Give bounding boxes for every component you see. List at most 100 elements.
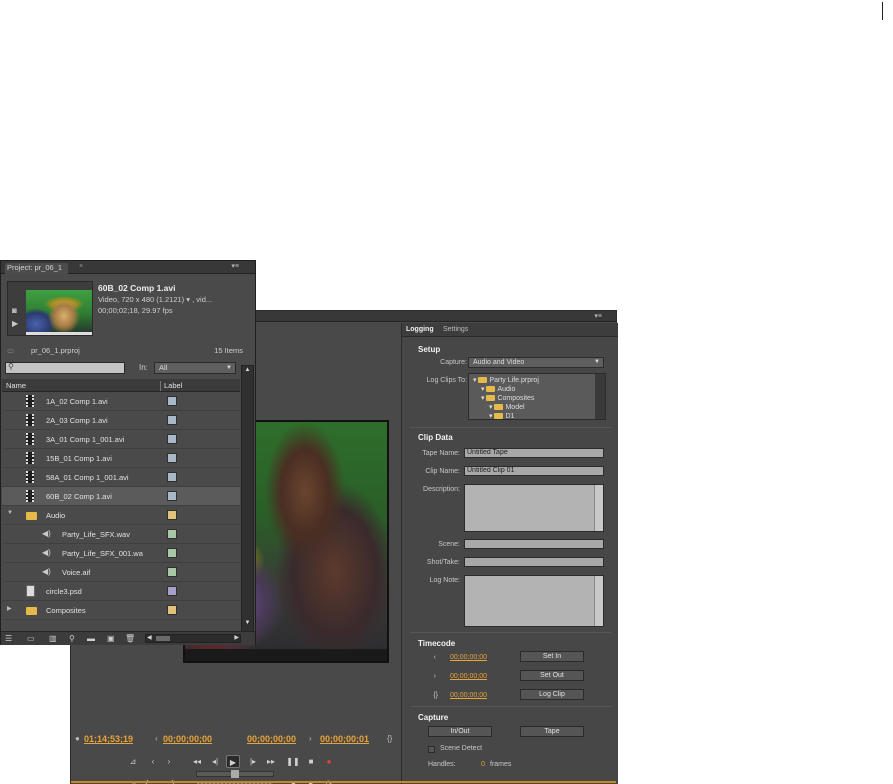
chevron-right-icon[interactable]: ▶ bbox=[7, 605, 12, 612]
icon-view-icon[interactable]: ▭ bbox=[27, 634, 35, 643]
timecode-out-value[interactable]: 00;00;00;00 bbox=[450, 673, 487, 680]
close-icon[interactable]: × bbox=[79, 263, 83, 270]
pause-icon[interactable]: ❚❚ bbox=[286, 755, 300, 768]
thumbnail-scrubber[interactable] bbox=[26, 332, 92, 335]
log-note-field[interactable] bbox=[464, 575, 604, 627]
tree-item-model[interactable]: ▾ Model bbox=[489, 403, 525, 411]
label-color-swatch[interactable] bbox=[167, 472, 177, 482]
tape-name-field[interactable]: Untitled Tape bbox=[464, 448, 604, 458]
list-item[interactable]: ▶ Composites bbox=[2, 601, 240, 620]
set-in-icon[interactable]: ⊿ bbox=[126, 755, 140, 768]
timecode-duration-value[interactable]: 00;00;00;00 bbox=[450, 692, 487, 699]
list-item[interactable]: 60B_02 Comp 1.avi bbox=[2, 487, 240, 506]
list-item[interactable]: ◀) Voice.aif bbox=[2, 563, 240, 582]
step-forward-icon[interactable]: |▸ bbox=[246, 755, 260, 768]
list-vertical-scrollbar[interactable]: ▲ ▼ bbox=[241, 365, 254, 632]
description-field[interactable] bbox=[464, 484, 604, 532]
column-divider[interactable] bbox=[160, 381, 161, 391]
label-color-swatch[interactable] bbox=[167, 415, 177, 425]
shuttle-slider[interactable] bbox=[196, 770, 274, 778]
in-out-button[interactable]: In/Out bbox=[428, 726, 492, 737]
stop-icon[interactable]: ■ bbox=[304, 755, 318, 768]
tree-item-project[interactable]: ▾ Party Life.prproj bbox=[473, 376, 539, 384]
label-color-swatch[interactable] bbox=[167, 510, 177, 520]
play-button[interactable]: ▶ bbox=[226, 755, 240, 768]
rewind-icon[interactable]: ◂◂ bbox=[190, 755, 204, 768]
set-in-button[interactable]: Set In bbox=[520, 651, 584, 662]
list-item[interactable]: 3A_01 Comp 1_001.avi bbox=[2, 430, 240, 449]
page-edge-mark bbox=[882, 2, 883, 20]
mark-out-icon[interactable]: › bbox=[162, 755, 176, 768]
clip-name-field[interactable]: Untitled Clip 01 bbox=[464, 466, 604, 476]
project-item-list: Name Label 1A_02 Comp 1.avi 2A_03 Comp 1.… bbox=[2, 379, 240, 631]
shot-take-field[interactable] bbox=[464, 557, 604, 567]
scroll-thumb[interactable] bbox=[156, 636, 170, 641]
list-item[interactable]: ▼ Audio bbox=[2, 506, 240, 525]
label-color-swatch[interactable] bbox=[167, 396, 177, 406]
list-view-icon[interactable]: ☰ bbox=[5, 634, 12, 643]
image-file-icon bbox=[26, 585, 35, 597]
project-tab-title[interactable]: Project: pr_06_1 bbox=[5, 263, 69, 274]
label-color-swatch[interactable] bbox=[167, 605, 177, 615]
label-color-swatch[interactable] bbox=[167, 434, 177, 444]
list-item[interactable]: 2A_03 Comp 1.avi bbox=[2, 411, 240, 430]
record-icon[interactable]: ● bbox=[322, 755, 336, 768]
trash-icon[interactable]: 🗑 bbox=[125, 634, 135, 643]
label-color-swatch[interactable] bbox=[167, 529, 177, 539]
list-item[interactable]: 1A_02 Comp 1.avi bbox=[2, 392, 240, 411]
scroll-up-icon[interactable]: ▲ bbox=[242, 367, 253, 377]
list-item[interactable]: ◀) Party_Life_SFX.wav bbox=[2, 525, 240, 544]
current-timecode[interactable]: 01;14;53;19 bbox=[84, 734, 133, 744]
new-bin-icon[interactable]: ▬ bbox=[87, 634, 95, 643]
column-header-label[interactable]: Label bbox=[164, 381, 182, 390]
new-item-icon[interactable]: ▣ bbox=[107, 634, 115, 643]
log-note-scrollbar[interactable] bbox=[594, 576, 603, 626]
tab-settings[interactable]: Settings bbox=[443, 326, 468, 333]
automate-to-sequence-icon[interactable]: ▥ bbox=[49, 634, 57, 643]
tree-scrollbar[interactable] bbox=[595, 374, 605, 419]
in-dropdown[interactable]: All ▼ bbox=[154, 362, 236, 374]
tab-logging[interactable]: Logging bbox=[406, 326, 434, 333]
scene-field[interactable] bbox=[464, 539, 604, 549]
scene-detect-checkbox[interactable] bbox=[428, 746, 435, 753]
panel-menu-icon[interactable]: ▾≡ bbox=[594, 312, 602, 320]
in-timecode[interactable]: 00;00;00;00 bbox=[163, 734, 212, 744]
tape-button[interactable]: Tape bbox=[520, 726, 584, 737]
list-item[interactable]: 15B_01 Comp 1.avi bbox=[2, 449, 240, 468]
list-horizontal-scrollbar[interactable]: ◀ ▶ bbox=[145, 634, 241, 643]
duration-timecode[interactable]: 00;00;00;01 bbox=[320, 734, 369, 744]
column-header-name[interactable]: Name bbox=[6, 381, 26, 390]
list-item[interactable]: ◀) Party_Life_SFX_001.wa bbox=[2, 544, 240, 563]
description-scrollbar[interactable] bbox=[594, 485, 603, 531]
set-out-button[interactable]: Set Out bbox=[520, 670, 584, 681]
label-color-swatch[interactable] bbox=[167, 491, 177, 501]
tree-item-d1[interactable]: ▾ D1 bbox=[489, 412, 514, 419]
scroll-down-icon[interactable]: ▼ bbox=[242, 620, 253, 630]
chevron-down-icon[interactable]: ▼ bbox=[7, 510, 13, 516]
scroll-right-icon[interactable]: ▶ bbox=[234, 634, 239, 641]
tree-item-audio[interactable]: ▾ Audio bbox=[481, 385, 515, 393]
mark-in-icon[interactable]: ‹ bbox=[146, 755, 160, 768]
poster-frame-icon[interactable]: ◙ bbox=[12, 306, 17, 315]
panel-menu-icon[interactable]: ▾≡ bbox=[231, 262, 239, 270]
list-item[interactable]: 58A_01 Comp 1_001.avi bbox=[2, 468, 240, 487]
list-item[interactable]: circle3.psd bbox=[2, 582, 240, 601]
play-icon[interactable]: ▶ bbox=[12, 319, 18, 328]
scroll-left-icon[interactable]: ◀ bbox=[147, 634, 152, 641]
fast-forward-icon[interactable]: ▸▸ bbox=[264, 755, 278, 768]
handles-value[interactable]: 0 bbox=[481, 761, 485, 768]
tree-item-composites[interactable]: ▾ Composites bbox=[481, 394, 534, 402]
step-back-icon[interactable]: ◂| bbox=[208, 755, 222, 768]
chevron-down-icon[interactable]: ▾ bbox=[186, 295, 190, 304]
label-color-swatch[interactable] bbox=[167, 548, 177, 558]
log-clip-button[interactable]: Log Clip bbox=[520, 689, 584, 700]
log-clips-to-tree[interactable]: ▾ Party Life.prproj ▾ Audio ▾ Composites… bbox=[468, 373, 606, 420]
out-timecode[interactable]: 00;00;00;00 bbox=[247, 734, 296, 744]
capture-dropdown[interactable]: Audio and Video ▼ bbox=[468, 357, 604, 368]
label-color-swatch[interactable] bbox=[167, 586, 177, 596]
search-input[interactable]: ⚲ bbox=[5, 362, 125, 374]
label-color-swatch[interactable] bbox=[167, 567, 177, 577]
label-color-swatch[interactable] bbox=[167, 453, 177, 463]
timecode-in-value[interactable]: 00;00;00;00 bbox=[450, 654, 487, 661]
find-icon[interactable]: ⚲ bbox=[69, 634, 75, 643]
